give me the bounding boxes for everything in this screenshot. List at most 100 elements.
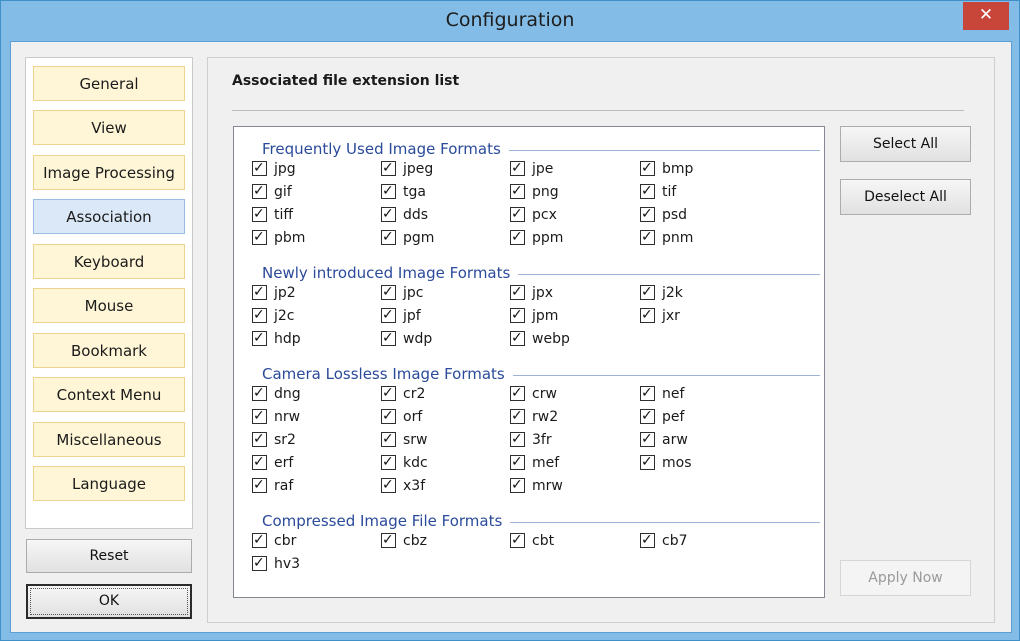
extension-label: jpe <box>532 161 554 177</box>
nav-item-bookmark[interactable]: Bookmark <box>33 333 185 368</box>
checked-checkbox-icon[interactable] <box>381 181 396 201</box>
extension-label: tga <box>403 184 426 200</box>
checked-checkbox-icon[interactable] <box>252 305 267 325</box>
extension-label: srw <box>403 432 428 448</box>
extension-label: psd <box>662 207 688 223</box>
extension-label: mrw <box>532 478 563 494</box>
checked-checkbox-icon[interactable] <box>252 553 267 573</box>
checked-checkbox-icon[interactable] <box>381 383 396 403</box>
checked-checkbox-icon[interactable] <box>510 181 525 201</box>
checked-checkbox-icon[interactable] <box>640 305 655 325</box>
deselect-all-button[interactable]: Deselect All <box>840 179 971 215</box>
close-icon: ✕ <box>978 5 994 25</box>
checked-checkbox-icon[interactable] <box>510 406 525 426</box>
extension-label: hdp <box>274 331 301 347</box>
extension-label: crw <box>532 386 557 402</box>
checked-checkbox-icon[interactable] <box>252 429 267 449</box>
nav-item-view[interactable]: View <box>33 110 185 145</box>
checked-checkbox-icon[interactable] <box>510 429 525 449</box>
nav-item-general[interactable]: General <box>33 66 185 101</box>
checked-checkbox-icon[interactable] <box>381 328 396 348</box>
checked-checkbox-icon[interactable] <box>381 227 396 247</box>
checked-checkbox-icon[interactable] <box>381 452 396 472</box>
checked-checkbox-icon[interactable] <box>640 204 655 224</box>
checked-checkbox-icon[interactable] <box>510 475 525 495</box>
extension-label: dds <box>403 207 429 223</box>
checked-checkbox-icon[interactable] <box>252 204 267 224</box>
checked-checkbox-icon[interactable] <box>640 452 655 472</box>
checked-checkbox-icon[interactable] <box>252 530 267 550</box>
nav-item-miscellaneous[interactable]: Miscellaneous <box>33 422 185 457</box>
checked-checkbox-icon[interactable] <box>640 181 655 201</box>
extension-label: jxr <box>662 308 680 324</box>
extension-label: gif <box>274 184 292 200</box>
group-header: Frequently Used Image Formats <box>262 140 509 160</box>
extension-label: sr2 <box>274 432 296 448</box>
nav-item-image-processing[interactable]: Image Processing <box>33 155 185 190</box>
checked-checkbox-icon[interactable] <box>252 383 267 403</box>
checked-checkbox-icon[interactable] <box>640 406 655 426</box>
checked-checkbox-icon[interactable] <box>510 227 525 247</box>
nav-item-context-menu[interactable]: Context Menu <box>33 377 185 412</box>
extension-label: cr2 <box>403 386 426 402</box>
checked-checkbox-icon[interactable] <box>640 158 655 178</box>
title-bar[interactable]: Configuration ✕ <box>1 1 1019 41</box>
extension-label: wdp <box>403 331 433 347</box>
checked-checkbox-icon[interactable] <box>640 227 655 247</box>
nav-item-association[interactable]: Association <box>33 199 185 234</box>
checked-checkbox-icon[interactable] <box>381 530 396 550</box>
checked-checkbox-icon[interactable] <box>252 328 267 348</box>
extension-label: nef <box>662 386 685 402</box>
extension-label: ppm <box>532 230 564 246</box>
checked-checkbox-icon[interactable] <box>381 158 396 178</box>
checked-checkbox-icon[interactable] <box>252 158 267 178</box>
checked-checkbox-icon[interactable] <box>252 452 267 472</box>
extension-label: png <box>532 184 559 200</box>
nav-item-language[interactable]: Language <box>33 466 185 501</box>
checked-checkbox-icon[interactable] <box>381 406 396 426</box>
checked-checkbox-icon[interactable] <box>381 305 396 325</box>
checked-checkbox-icon[interactable] <box>252 282 267 302</box>
extension-label: raf <box>274 478 294 494</box>
checked-checkbox-icon[interactable] <box>252 227 267 247</box>
extension-label: jpc <box>403 285 424 301</box>
apply-now-button[interactable]: Apply Now <box>840 560 971 596</box>
extension-label: hv3 <box>274 556 301 572</box>
checked-checkbox-icon[interactable] <box>381 475 396 495</box>
reset-button[interactable]: Reset <box>26 539 192 573</box>
checked-checkbox-icon[interactable] <box>510 204 525 224</box>
checked-checkbox-icon[interactable] <box>510 383 525 403</box>
checked-checkbox-icon[interactable] <box>640 429 655 449</box>
checked-checkbox-icon[interactable] <box>381 429 396 449</box>
select-all-button[interactable]: Select All <box>840 126 971 162</box>
checked-checkbox-icon[interactable] <box>252 406 267 426</box>
checked-checkbox-icon[interactable] <box>252 181 267 201</box>
checked-checkbox-icon[interactable] <box>381 282 396 302</box>
close-button[interactable]: ✕ <box>963 2 1009 30</box>
checked-checkbox-icon[interactable] <box>640 282 655 302</box>
checked-checkbox-icon[interactable] <box>510 452 525 472</box>
nav-item-keyboard[interactable]: Keyboard <box>33 244 185 279</box>
checked-checkbox-icon[interactable] <box>510 530 525 550</box>
nav-item-mouse[interactable]: Mouse <box>33 288 185 323</box>
extension-label: jp2 <box>274 285 296 301</box>
ok-button[interactable]: OK <box>26 584 192 619</box>
checked-checkbox-icon[interactable] <box>640 530 655 550</box>
group-header: Compressed Image File Formats <box>262 512 511 532</box>
extension-label: jpg <box>274 161 296 177</box>
checked-checkbox-icon[interactable] <box>510 305 525 325</box>
extension-list[interactable]: Frequently Used Image Formats Newly intr… <box>233 126 825 598</box>
checked-checkbox-icon[interactable] <box>640 383 655 403</box>
checked-checkbox-icon[interactable] <box>381 204 396 224</box>
extension-label: cbz <box>403 533 427 549</box>
extension-label: nrw <box>274 409 301 425</box>
extension-label: tiff <box>274 207 294 223</box>
extension-label: pbm <box>274 230 306 246</box>
checked-checkbox-icon[interactable] <box>510 282 525 302</box>
checked-checkbox-icon[interactable] <box>510 328 525 348</box>
extension-label: jpf <box>403 308 421 324</box>
checked-checkbox-icon[interactable] <box>510 158 525 178</box>
extension-label: cbt <box>532 533 555 549</box>
extension-label: cbr <box>274 533 297 549</box>
checked-checkbox-icon[interactable] <box>252 475 267 495</box>
